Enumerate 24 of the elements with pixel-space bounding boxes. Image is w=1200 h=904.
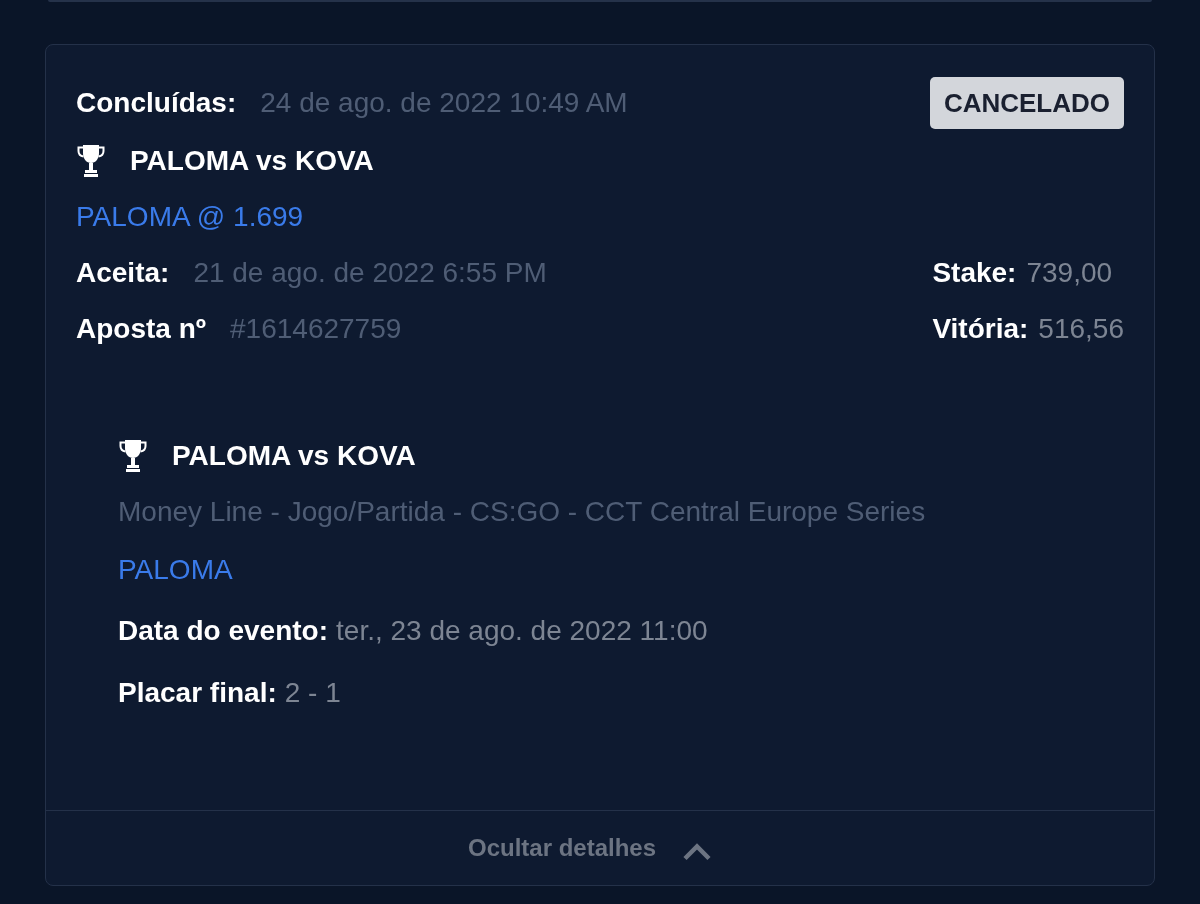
amount-label: Stake: <box>932 257 1017 289</box>
trophy-icon <box>118 439 148 473</box>
status-label: Concluídas: <box>76 87 237 119</box>
detail-value: ter., 23 de ago. de 2022 11:00 <box>336 615 708 647</box>
toggle-details-button[interactable]: Ocultar detalhes <box>467 834 713 862</box>
match-title: PALOMA vs KOVA <box>130 145 374 177</box>
selection-name: PALOMA <box>118 554 233 586</box>
field-label: Aposta nº <box>76 313 206 345</box>
field-label: Aceita: <box>76 257 170 289</box>
amount-value: 739,00 <box>1026 257 1113 289</box>
detail-value: 2 - 1 <box>284 677 341 709</box>
match-title: PALOMA vs KOVA <box>172 440 416 472</box>
market-description: Money Line - Jogo/Partida - CS:GO - CCT Central Europe Series <box>118 496 926 528</box>
selection-odds: PALOMA @ 1.699 <box>76 201 304 233</box>
amount-value: 516,56 <box>1038 313 1124 345</box>
detail-label: Placar final: <box>118 677 277 709</box>
trophy-icon <box>76 144 106 178</box>
status-badge: CANCELADO <box>929 77 1124 129</box>
amount-label: Vitória: <box>932 313 1029 345</box>
field-value: #1614627759 <box>230 313 402 345</box>
field-value: 21 de ago. de 2022 6:55 PM <box>193 257 547 289</box>
completed-date: 24 de ago. de 2022 10:49 AM <box>260 87 628 119</box>
chevron-up-icon <box>682 843 713 861</box>
detail-label: Data do evento: <box>118 615 329 647</box>
